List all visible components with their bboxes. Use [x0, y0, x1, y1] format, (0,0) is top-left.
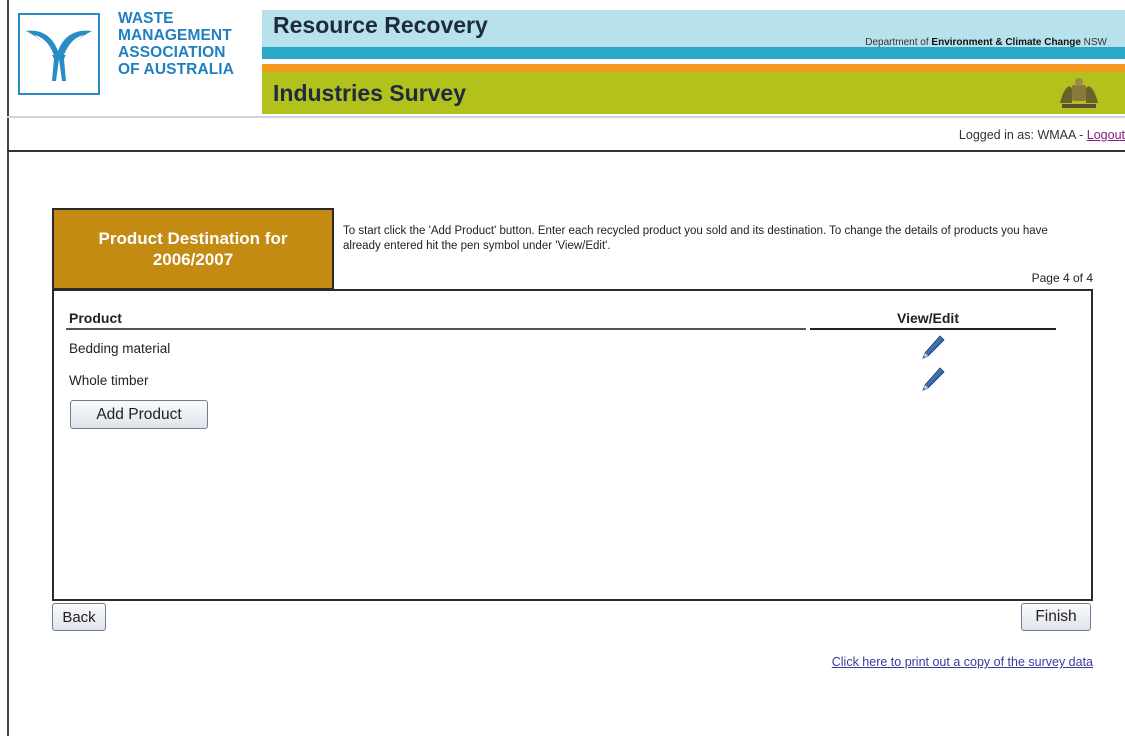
instructions-text: To start click the 'Add Product' button.…: [343, 225, 1048, 252]
column-divider: [810, 328, 1056, 330]
department-name: Department of Environment & Climate Chan…: [865, 37, 1107, 48]
header-bottom-line: [7, 116, 1125, 118]
logged-in-text: Logged in as: WMAA -: [958, 128, 1087, 142]
organization-name: WASTE MANAGEMENT ASSOCIATION OF AUSTRALI…: [118, 10, 263, 78]
nsw-crest-icon: [1056, 77, 1102, 111]
dept-bold: Environment & Climate Change: [931, 37, 1081, 48]
column-divider: [66, 328, 806, 330]
top-divider: [7, 150, 1125, 152]
page-left-border: [7, 0, 9, 736]
org-name-line: WASTE: [118, 10, 174, 27]
section-title: Product Destination for 2006/2007: [98, 229, 288, 269]
org-name-line: OF AUSTRALIA: [118, 61, 235, 78]
table-row-product: Whole timber: [69, 373, 149, 388]
wmaa-logo-icon: [18, 13, 100, 95]
logout-link[interactable]: Logout: [1087, 128, 1125, 142]
column-header-product: Product: [69, 310, 122, 326]
org-name-line: ASSOCIATION: [118, 44, 226, 61]
column-header-view-edit: View/Edit: [897, 310, 959, 326]
table-row-product: Bedding material: [69, 341, 171, 356]
org-name-line: MANAGEMENT: [118, 27, 232, 44]
page-indicator: Page 4 of 4: [1031, 271, 1093, 285]
header-band-orange: [262, 64, 1125, 72]
print-survey-link[interactable]: Click here to print out a copy of the su…: [832, 655, 1093, 669]
pen-icon[interactable]: [918, 365, 946, 393]
dept-prefix: Department of: [865, 37, 932, 48]
pen-icon[interactable]: [918, 333, 946, 361]
header-band-teal: [262, 47, 1125, 59]
add-product-button[interactable]: Add Product: [70, 400, 208, 429]
dept-suffix: NSW: [1080, 37, 1107, 48]
header-title-resource-recovery: Resource Recovery: [273, 12, 488, 38]
header-title-industries-survey: Industries Survey: [273, 80, 467, 106]
back-button[interactable]: Back: [52, 603, 106, 631]
finish-button[interactable]: Finish: [1021, 603, 1091, 631]
login-status: Logged in as: WMAA - Logout: [959, 128, 1125, 142]
section-title-box: Product Destination for 2006/2007: [52, 208, 334, 290]
